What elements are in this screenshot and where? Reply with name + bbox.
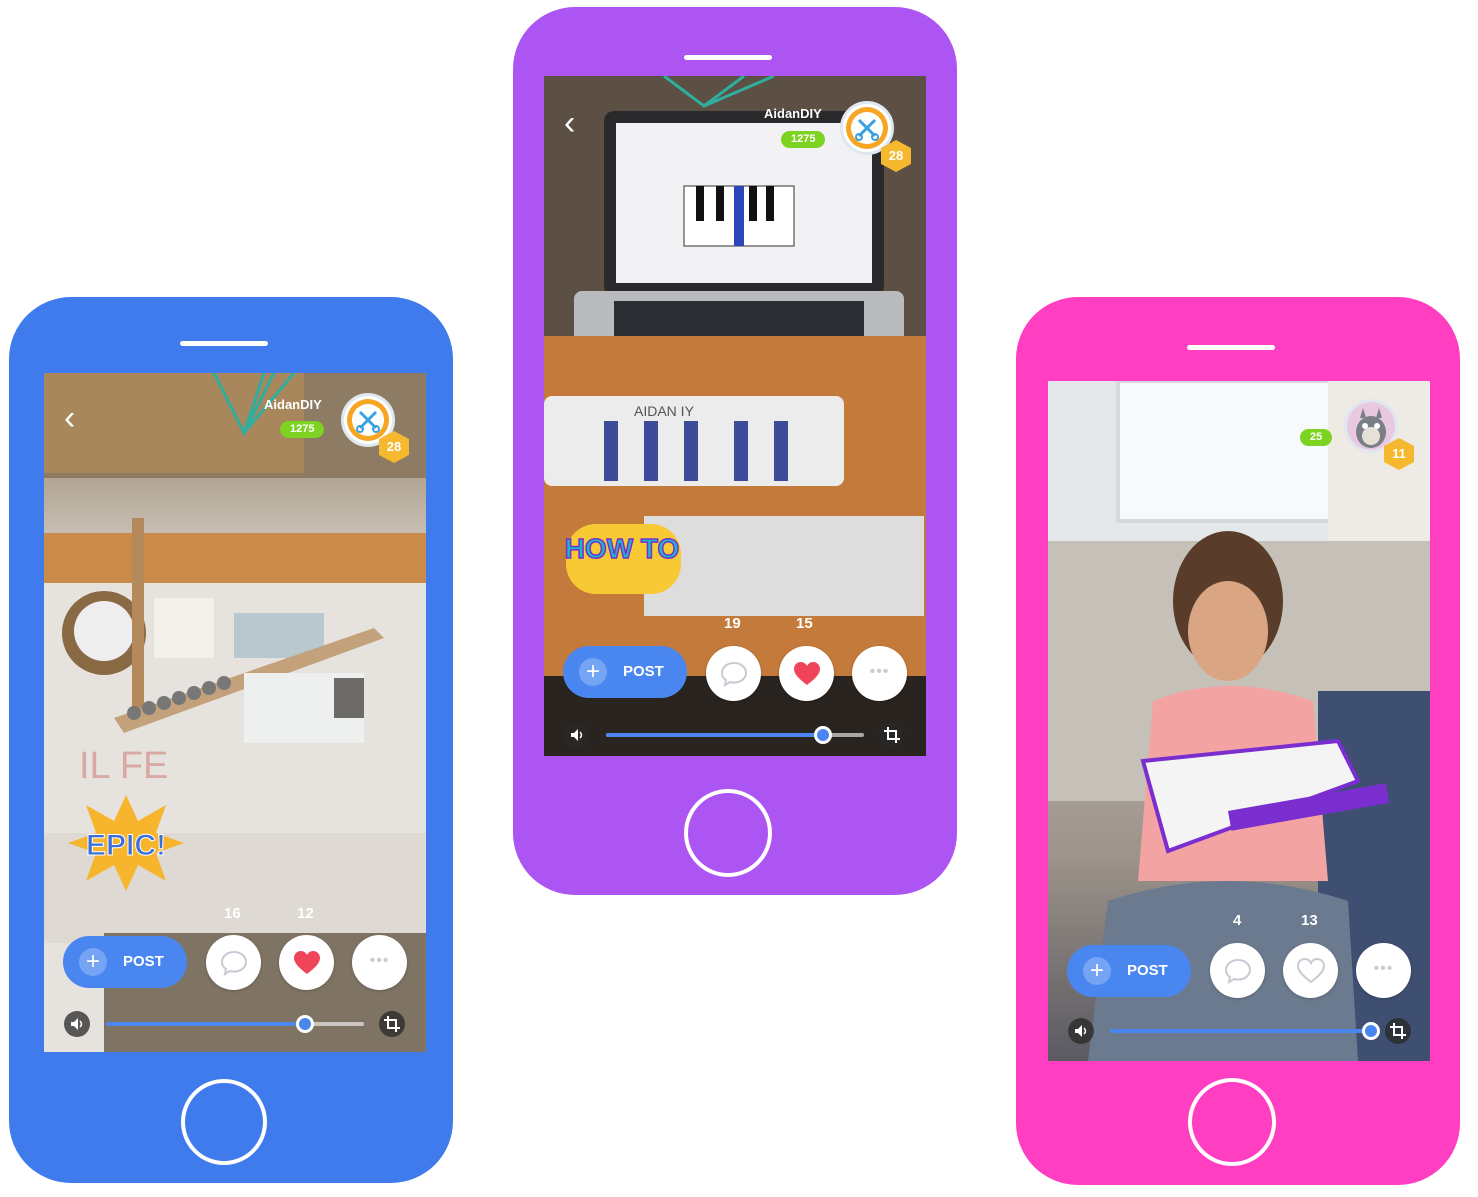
- volume-icon[interactable]: [564, 722, 590, 748]
- video-screen: IL FE ‹ AidanDIY 1275 28 EPIC! 16 12 + P…: [44, 373, 426, 1052]
- phone-frame-pink: 25 11 4 13 + POST •••: [1016, 297, 1460, 1185]
- how-to-sticker: HOW TO: [562, 516, 687, 606]
- progress-knob[interactable]: [814, 726, 832, 744]
- post-button[interactable]: + POST: [1067, 945, 1191, 997]
- more-dots-icon: •••: [1373, 960, 1394, 977]
- heart-icon: [794, 662, 820, 685]
- comment-count: 19: [724, 615, 741, 632]
- plus-icon: +: [579, 658, 607, 686]
- how-to-sticker-text: HOW TO: [565, 533, 680, 564]
- like-count: 12: [297, 905, 314, 922]
- level-hexagon: 28: [377, 430, 411, 464]
- video-progress-slider[interactable]: [1110, 1022, 1380, 1040]
- comment-bubble-icon: [720, 661, 748, 688]
- home-button[interactable]: [684, 789, 772, 877]
- speaker-slot: [684, 55, 772, 60]
- comment-count: 4: [1233, 912, 1242, 929]
- crop-icon[interactable]: [879, 722, 905, 748]
- post-button-label: POST: [123, 953, 164, 970]
- phone-frame-purple: AIDAN IY ‹ AidanDIY 1275 28 HOW TO 19 15…: [513, 7, 957, 895]
- comment-button[interactable]: [706, 646, 761, 701]
- comment-button[interactable]: [1210, 943, 1265, 998]
- post-button-label: POST: [1127, 962, 1168, 979]
- comment-button[interactable]: [206, 935, 261, 990]
- like-button[interactable]: [279, 935, 334, 990]
- video-progress-slider[interactable]: [606, 726, 864, 744]
- progress-fill: [106, 1022, 305, 1026]
- svg-text:IL FE: IL FE: [79, 745, 168, 787]
- phone-frame-blue: IL FE ‹ AidanDIY 1275 28 EPIC! 16 12 + P…: [9, 297, 453, 1183]
- level-hexagon: 11: [1382, 437, 1416, 471]
- comment-bubble-icon: [220, 950, 248, 977]
- points-badge: 1275: [781, 131, 826, 148]
- like-count: 13: [1301, 912, 1318, 929]
- speaker-slot: [180, 341, 268, 346]
- epic-sticker: EPIC!: [66, 793, 186, 898]
- more-button[interactable]: •••: [852, 646, 907, 701]
- post-button[interactable]: + POST: [563, 646, 687, 698]
- more-dots-icon: •••: [869, 663, 890, 680]
- plus-icon: +: [1083, 957, 1111, 985]
- post-button-label: POST: [623, 663, 664, 680]
- level-hexagon: 28: [879, 139, 913, 173]
- speaker-slot: [1187, 345, 1275, 350]
- points-badge: 1275: [280, 421, 325, 438]
- home-button[interactable]: [181, 1079, 267, 1165]
- back-chevron-icon[interactable]: ‹: [64, 401, 75, 435]
- more-button[interactable]: •••: [352, 935, 407, 990]
- back-chevron-icon[interactable]: ‹: [564, 106, 575, 140]
- video-screen: 25 11 4 13 + POST •••: [1048, 381, 1430, 1061]
- level-number: 11: [1392, 446, 1406, 461]
- comment-bubble-icon: [1224, 958, 1252, 985]
- volume-icon[interactable]: [1068, 1018, 1094, 1044]
- like-count: 15: [796, 615, 813, 632]
- progress-knob[interactable]: [1362, 1022, 1380, 1040]
- username[interactable]: AidanDIY: [764, 106, 822, 121]
- heart-outline-icon: [1296, 957, 1326, 984]
- board-label: AIDAN IY: [634, 403, 695, 419]
- more-dots-icon: •••: [369, 952, 390, 969]
- progress-knob[interactable]: [296, 1015, 314, 1033]
- epic-sticker-text: EPIC!: [86, 829, 166, 862]
- crop-icon[interactable]: [1385, 1018, 1411, 1044]
- like-button[interactable]: [1283, 943, 1338, 998]
- like-button[interactable]: [779, 646, 834, 701]
- heart-icon: [294, 951, 320, 974]
- post-button[interactable]: + POST: [63, 936, 187, 988]
- crop-icon[interactable]: [379, 1011, 405, 1037]
- progress-fill: [606, 733, 823, 737]
- comment-count: 16: [224, 905, 241, 922]
- more-button[interactable]: •••: [1356, 943, 1411, 998]
- video-screen: AIDAN IY ‹ AidanDIY 1275 28 HOW TO 19 15…: [544, 76, 926, 756]
- username[interactable]: AidanDIY: [264, 397, 322, 412]
- progress-fill: [1110, 1029, 1371, 1033]
- volume-icon[interactable]: [64, 1011, 90, 1037]
- video-progress-slider[interactable]: [106, 1015, 364, 1033]
- home-button[interactable]: [1188, 1078, 1276, 1166]
- level-number: 28: [888, 148, 904, 163]
- plus-icon: +: [79, 948, 107, 976]
- level-number: 28: [386, 439, 402, 454]
- points-badge: 25: [1300, 429, 1333, 446]
